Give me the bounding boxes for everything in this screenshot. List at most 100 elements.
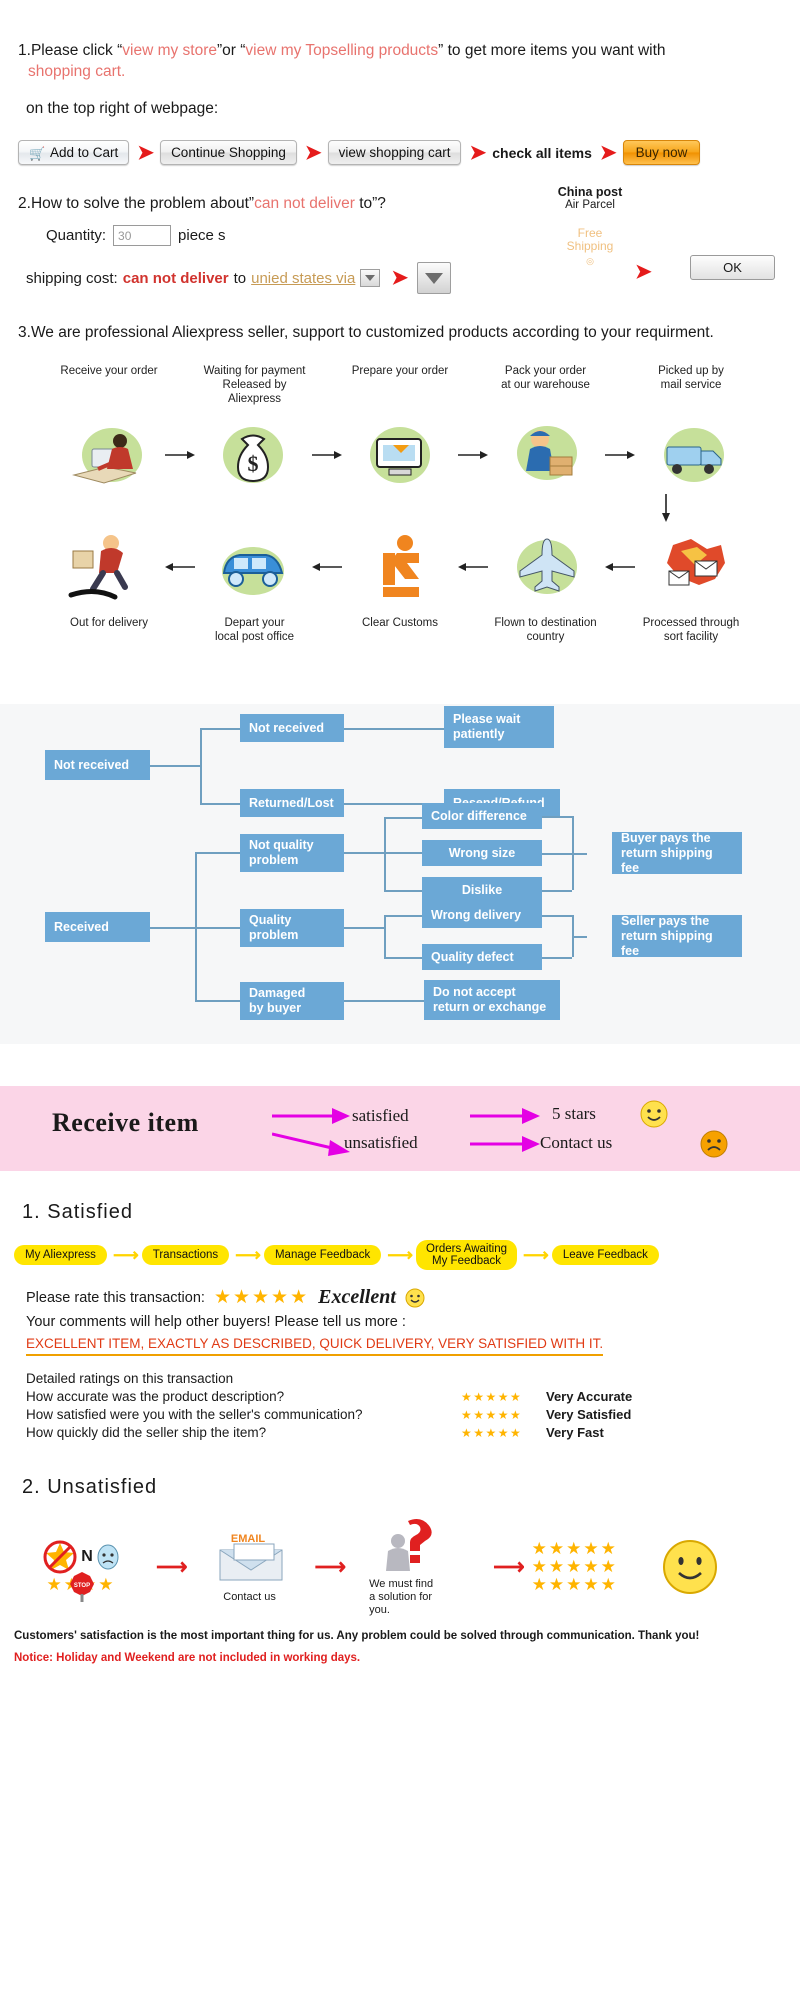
- connector: [200, 803, 240, 805]
- arrow-right-icon: [470, 1136, 540, 1152]
- flow-node-damaged-by-buyer: Damaged by buyer: [240, 982, 344, 1020]
- connector: [542, 915, 572, 917]
- section-1: 1.Please click “view my store”or “view m…: [0, 0, 800, 118]
- section-2-heading: 2.How to solve the problem about”can not…: [18, 195, 800, 213]
- rating-stars[interactable]: ★★★★★: [461, 1406, 546, 1424]
- chain-orders-awaiting-feedback[interactable]: Orders Awaiting My Feedback: [416, 1240, 518, 1270]
- flow-node-seller-pays: Seller pays the return shipping fee: [612, 914, 742, 958]
- connector: [195, 1000, 240, 1002]
- customs-officer-icon: [344, 524, 457, 610]
- buy-now-button[interactable]: Buy now: [622, 140, 701, 165]
- arrow-right-icon: [456, 412, 490, 498]
- five-stars-label: 5 stars: [552, 1104, 596, 1123]
- contact-us-caption: Contact us: [223, 1591, 276, 1603]
- question-mark-person-icon: [386, 1519, 432, 1571]
- flow-node-label: Quality defect: [431, 949, 514, 964]
- email-envelope-icon: EMAIL: [219, 1533, 283, 1581]
- worker-packing-icon: [490, 412, 603, 498]
- section-2-number: 2.: [18, 195, 31, 212]
- happy-face-icon: [405, 1288, 425, 1307]
- satisfied-label: satisfied: [352, 1106, 409, 1125]
- rating-value: Very Fast: [546, 1425, 604, 1440]
- flow-label-waiting-payment: Waiting for payment Released by Aliexpre…: [203, 365, 306, 405]
- rate-transaction-row: Please rate this transaction: ★★★★★ Exce…: [26, 1286, 800, 1309]
- shopping-cart-icon: [29, 146, 44, 159]
- no-rating-group: N ★★★★ STOP: [16, 1540, 146, 1602]
- connector: [200, 728, 202, 803]
- flow-top-icons: $: [0, 412, 800, 498]
- rating-stars[interactable]: ★★★★★: [461, 1424, 546, 1442]
- holiday-notice: Notice: Holiday and Weekend are not incl…: [14, 1652, 361, 1664]
- country-dropdown-large[interactable]: [417, 262, 452, 294]
- sad-face-icon: [700, 1130, 728, 1158]
- arrow-right-icon: ⟶: [523, 1244, 549, 1265]
- flow-node-wrong-size: Wrong size: [422, 840, 542, 866]
- section-1-text-b: ”or “: [217, 42, 246, 59]
- section-2-q-a: How to solve the problem about”: [30, 195, 255, 212]
- view-my-store-link[interactable]: view my store: [122, 42, 217, 59]
- continue-shopping-button[interactable]: Continue Shopping: [160, 140, 297, 165]
- free-shipping-badge: Free Shipping ◎: [535, 227, 645, 268]
- chain-my-aliexpress[interactable]: My Aliexpress: [14, 1245, 107, 1265]
- flow-node-wrong-delivery: Wrong delivery: [422, 902, 542, 928]
- flow-node-label: Damaged by buyer: [249, 986, 306, 1015]
- arrow-left-icon: [310, 524, 344, 610]
- rating-question: How quickly did the seller ship the item…: [26, 1425, 267, 1440]
- check-all-items-label: check all items: [492, 144, 592, 161]
- section-1-subtext: on the top right of webpage:: [26, 100, 219, 117]
- chain-transactions[interactable]: Transactions: [141, 1245, 230, 1265]
- flow-node-color-difference: Color difference: [422, 803, 542, 829]
- quantity-row: Quantity: 30 piece s: [46, 225, 800, 246]
- mail-truck-icon: [637, 412, 750, 498]
- email-group: EMAIL Contact us: [195, 1530, 305, 1604]
- flow-label-clear-customs: Clear Customs: [361, 617, 439, 629]
- arrow-right-icon: ⟶: [112, 1244, 139, 1265]
- connector: [542, 890, 572, 892]
- email-label: EMAIL: [230, 1533, 265, 1545]
- destination-link[interactable]: unied states via: [251, 270, 355, 287]
- unsatisfied-label: unsatisfied: [344, 1133, 418, 1152]
- connector: [572, 936, 587, 938]
- chain-manage-feedback[interactable]: Manage Feedback: [263, 1245, 382, 1265]
- section-1-text-a: Please click “: [30, 42, 123, 59]
- view-shopping-cart-button[interactable]: view shopping cart: [327, 140, 462, 165]
- chevron-down-icon: [365, 275, 376, 281]
- arrow-right-icon: [603, 412, 637, 498]
- quantity-input[interactable]: 30: [113, 225, 172, 246]
- solution-caption: We must find a solution for you.: [369, 1578, 434, 1616]
- flow-label-flown-destination: Flown to destination country: [494, 617, 597, 643]
- country-dropdown-small[interactable]: [360, 269, 381, 287]
- receive-item-title: Receive item: [52, 1108, 199, 1137]
- section-3-text: We are professional Aliexpress seller, s…: [30, 324, 714, 341]
- flow-node-label: Wrong size: [448, 845, 516, 860]
- quantity-unit: piece s: [178, 227, 226, 244]
- money-bag-icon: $: [197, 412, 310, 498]
- flow-bottom-icons: [0, 524, 800, 610]
- comment-text[interactable]: EXCELLENT ITEM, EXACTLY AS DESCRIBED, QU…: [26, 1336, 604, 1356]
- section-3-number: 3.: [18, 324, 31, 341]
- person-at-computer-icon: [50, 412, 163, 498]
- view-topselling-link[interactable]: view my Topselling products: [245, 42, 438, 59]
- connector: [572, 853, 587, 855]
- arrow-right-icon: [163, 412, 197, 498]
- detailed-ratings-heading: Detailed ratings on this transaction: [26, 1371, 234, 1386]
- section-2: 2.How to solve the problem about”can not…: [0, 185, 800, 294]
- flow-node-buyer-pays: Buyer pays the return shipping fee: [612, 831, 742, 875]
- arrow-right-icon: ➤: [469, 141, 486, 164]
- rating-stars[interactable]: ★★★★★: [461, 1388, 546, 1406]
- contact-us-label: Contact us: [540, 1133, 613, 1152]
- unsatisfied-section: 2. Unsatisfied N ★★★★: [0, 1476, 800, 1664]
- ok-button[interactable]: OK: [690, 255, 775, 280]
- rating-value: Very Satisfied: [546, 1407, 632, 1422]
- connector: [344, 927, 384, 929]
- arrow-right-icon: [470, 1108, 540, 1124]
- feedback-nav-chain: My Aliexpress ⟶ Transactions ⟶ Manage Fe…: [14, 1240, 800, 1270]
- section-2-q-b: to”?: [354, 195, 386, 212]
- rating-stars[interactable]: ★★★★★: [214, 1286, 309, 1309]
- connector: [384, 852, 422, 854]
- add-to-cart-button[interactable]: Add to Cart: [18, 140, 130, 165]
- buy-now-label: Buy now: [635, 145, 688, 160]
- flow-node-dislike: Dislike: [422, 877, 542, 903]
- chain-leave-feedback[interactable]: Leave Feedback: [551, 1245, 659, 1265]
- shipping-process-flow: Receive your order Waiting for payment R…: [0, 364, 800, 684]
